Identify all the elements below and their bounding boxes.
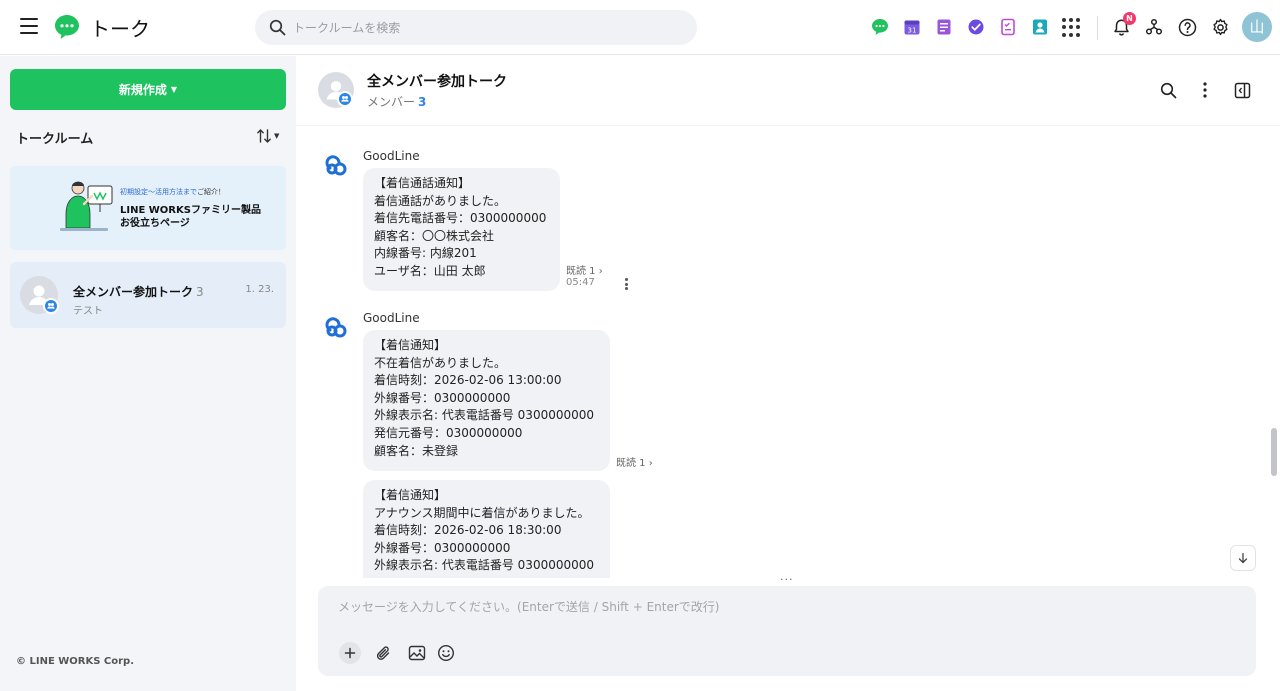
contacts-app-icon[interactable] [1028,15,1051,38]
sort-button[interactable]: ▼ [256,126,286,146]
notification-badge: N [1123,12,1136,25]
banner-caption: 初期設定～活用方法までご紹介！ [120,187,225,197]
message-bubble[interactable]: 【着信通知】 不在着信がありました。 着信時刻：2026-02-06 13:00… [363,330,610,471]
goodline-logo-icon [320,311,352,343]
plus-icon [344,647,356,659]
menu-icon[interactable] [20,18,40,36]
help-icon [1178,18,1196,36]
app-shortcuts: 31 [868,15,1051,41]
attach-file-button[interactable] [372,642,394,664]
room-list-item[interactable]: 全メンバー参加トーク 3 1. 23. テスト [10,262,286,328]
search-input[interactable] [293,10,683,45]
search-icon [1160,82,1176,98]
settings-button[interactable] [1208,15,1232,39]
form-app-icon[interactable] [996,15,1019,38]
banner-caption-blue: 初期設定～活用方法まで [120,188,197,196]
chat-pane: 全メンバー参加トーク メンバー 3 GoodLine 【着信通話通知】 着信通話が… [296,56,1280,691]
gear-icon [1212,18,1228,35]
svg-text:31: 31 [907,26,916,34]
sender-name: GoodLine [363,149,420,163]
paperclip-icon [376,645,389,660]
help-button[interactable] [1175,15,1199,39]
org-chart-button[interactable] [1142,15,1166,39]
org-chart-icon [1145,18,1163,35]
new-create-button[interactable]: 新規作成 ▼ [10,69,286,110]
members-label: メンバー [367,95,416,109]
emoji-button[interactable] [435,642,457,664]
task-app-icon[interactable] [964,15,987,38]
arrow-down-icon [1238,552,1248,564]
board-app-icon[interactable] [932,15,955,38]
copyright: © LINE WORKS Corp. [16,656,135,667]
vertical-dots-icon [1203,82,1207,98]
chat-header: 全メンバー参加トーク メンバー 3 [296,56,1280,126]
user-avatar[interactable]: 山 [1242,12,1272,42]
group-badge-icon [337,91,353,107]
search-box[interactable] [255,10,697,45]
new-create-label: 新規作成 [118,83,167,97]
composer-resize-handle[interactable]: ··· [780,573,794,586]
members-count: 3 [418,95,427,109]
message-more-icon[interactable] [621,276,631,292]
banner-caption-dark: ご紹介！ [197,188,225,196]
calendar-app-icon[interactable]: 31 [900,15,923,38]
image-icon [408,645,426,661]
goodline-logo-icon [320,149,352,181]
room-name-text: 全メンバー参加トーク [73,285,194,299]
message-list: GoodLine 【着信通話通知】 着信通話がありました。 着信先電話番号：03… [296,128,1280,578]
room-last-message: テスト [73,306,103,317]
chat-title: 全メンバー参加トーク [367,74,507,90]
caret-down-icon: ▼ [274,132,280,140]
promo-banner[interactable]: 初期設定～活用方法までご紹介！ LINE WORKSファミリー製品 お役立ちペー… [10,166,286,250]
app-title: トーク [90,17,150,41]
sidebar: 新規作成 ▼ トークルーム ▼ 初期設定～活用方法までご紹介！ LINE WORK… [0,56,296,691]
talk-app-icon[interactable] [868,15,891,38]
sort-icon [257,129,271,143]
member-count-link[interactable]: メンバー 3 [367,93,426,110]
chat-search-button[interactable] [1158,80,1178,100]
caret-down-icon: ▼ [170,85,178,94]
banner-title-line2: お役立ちページ [120,218,190,229]
side-panel-toggle-button[interactable] [1232,80,1252,100]
read-receipt[interactable]: 既読 1 › [566,262,603,277]
room-name: 全メンバー参加トーク 3 [73,283,204,300]
room-member-count: 3 [196,285,204,299]
notification-button[interactable]: N [1109,12,1136,39]
message-bubble[interactable]: 【着信通知】 アナウンス期間中に着信がありました。 着信時刻：2026-02-0… [363,480,610,578]
read-receipt[interactable]: 既読 1 › [616,454,653,469]
app-grid-icon[interactable] [1062,18,1081,37]
message-bubble[interactable]: 【着信通話通知】 着信通話がありました。 着信先電話番号：0300000000 … [363,168,560,291]
message-composer [318,586,1256,676]
promo-illustration [60,181,113,231]
talk-logo-icon [55,15,79,39]
header-divider [1097,16,1098,40]
scroll-to-bottom-button[interactable] [1230,545,1256,571]
side-panel-icon [1234,82,1250,98]
add-button[interactable] [339,642,361,664]
top-header: トーク 31 N 山 [0,0,1280,55]
attach-image-button[interactable] [406,642,428,664]
chat-more-button[interactable] [1195,80,1215,100]
message-input[interactable] [338,598,1238,622]
scrollbar-thumb[interactable] [1271,428,1277,476]
rooms-heading: トークルーム [16,132,94,147]
message-time: 05:47 [566,277,595,288]
room-date: 1. 23. [245,284,274,295]
search-icon [269,19,286,36]
sender-name: GoodLine [363,311,420,325]
smiley-icon [437,644,455,662]
group-badge-icon [43,298,59,314]
